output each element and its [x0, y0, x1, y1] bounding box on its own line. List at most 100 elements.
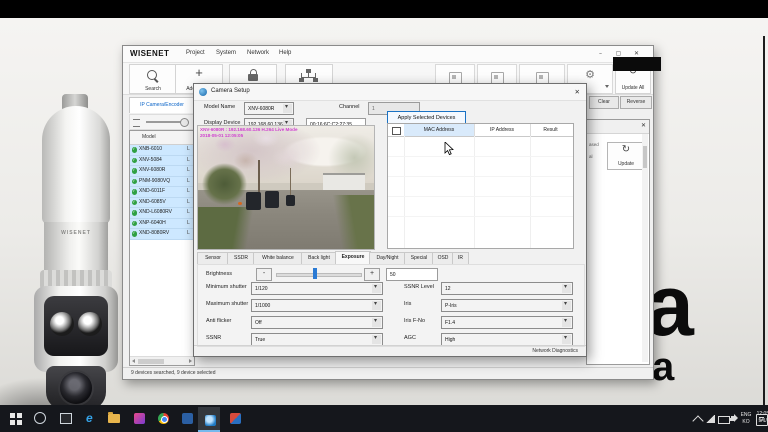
device-list-header[interactable]: Model — [130, 131, 194, 145]
device-list: Model XNB-6010L XNV-5084L XNV-6080RL PNM… — [129, 130, 195, 366]
vertical-scrollbar[interactable] — [642, 134, 648, 362]
dropdown-arrow-icon — [562, 335, 571, 344]
taskbar-app-explorer[interactable] — [108, 411, 122, 425]
start-button[interactable] — [8, 411, 22, 425]
video-osd-overlay: XNV-6080R : 192.168.60.136 H.264 Live Mo… — [200, 127, 298, 138]
col-result[interactable]: Result — [530, 124, 571, 136]
device-row[interactable]: XNV-6080RL — [130, 166, 194, 177]
zoom-slider-handle[interactable] — [180, 118, 189, 127]
anti-flicker-label: Anti flicker — [206, 318, 231, 324]
action-center-button[interactable] — [756, 405, 768, 432]
background-edge-line — [763, 36, 765, 423]
status-ok-icon — [132, 189, 138, 195]
horizontal-scrollbar[interactable] — [130, 356, 194, 365]
chevron-up-icon — [692, 415, 703, 426]
taskbar-app-photos[interactable] — [132, 411, 146, 425]
chrome-icon — [158, 413, 169, 424]
iris-select[interactable]: P-Iris — [441, 299, 573, 312]
close-icon[interactable]: ✕ — [641, 122, 646, 129]
taskbar-app-device-manager-active[interactable] — [198, 407, 220, 432]
window-titlebar[interactable]: WISENET Project System Network Help – ▢ … — [123, 46, 653, 63]
dropdown-arrow-icon — [562, 301, 571, 310]
truncated-label: al — [589, 154, 593, 159]
brightness-plus-button[interactable]: + — [364, 268, 380, 281]
apply-result-table[interactable]: MAC Address IP Address Result — [387, 123, 574, 249]
taskbar-app-edge[interactable]: e — [84, 411, 98, 425]
dialog-titlebar[interactable]: Camera Setup ✕ — [194, 84, 586, 101]
device-row[interactable]: XND-8080RVL — [130, 229, 194, 240]
device-row[interactable]: PNM-9080VQL — [130, 177, 194, 188]
status-ok-icon — [132, 221, 138, 227]
windows-logo-icon — [10, 413, 15, 418]
anti-flicker-select[interactable]: Off — [251, 316, 383, 329]
lock-icon — [248, 74, 258, 81]
scrollbar-thumb[interactable] — [643, 146, 647, 168]
device-row[interactable]: XND-6085VL — [130, 198, 194, 209]
minimize-button[interactable]: – — [593, 48, 608, 59]
scroll-left-icon[interactable] — [132, 359, 135, 363]
scroll-right-icon[interactable] — [189, 359, 192, 363]
update-button[interactable]: ↻ Update — [607, 142, 645, 170]
menu-help[interactable]: Help — [279, 50, 291, 56]
taskbar-app-chrome[interactable] — [156, 411, 170, 425]
tray-expand-button[interactable] — [694, 405, 704, 432]
brightness-minus-button[interactable]: - — [256, 268, 272, 281]
taskbar-app-mixed[interactable] — [228, 411, 242, 425]
tray-language[interactable]: ENG KO — [740, 412, 752, 432]
dropdown-arrow-icon — [562, 284, 571, 293]
task-view-button[interactable] — [58, 411, 72, 425]
brightness-slider-handle[interactable] — [313, 268, 317, 279]
dropdown-arrow-icon — [562, 318, 571, 327]
device-row[interactable]: XNP-6040HL — [130, 219, 194, 230]
firmware-panel-titlebar[interactable]: ✕ — [587, 120, 649, 134]
video-grass — [198, 207, 265, 249]
video-trash-bin — [246, 192, 262, 209]
iris-f-no-select[interactable]: F1.4 — [441, 316, 573, 329]
dropdown-arrow-icon — [372, 335, 381, 344]
menu-system[interactable]: System — [216, 50, 236, 56]
maximum-shutter-label: Maximum shutter — [206, 301, 248, 307]
device-row[interactable]: XND-6011FL — [130, 187, 194, 198]
mouse-cursor — [444, 142, 454, 156]
video-house — [323, 173, 365, 191]
reverse-button[interactable]: Reverse — [620, 96, 652, 109]
live-video-preview[interactable]: XNV-6080R : 192.168.60.136 H.264 Live Mo… — [197, 125, 375, 250]
tab-ip-camera-encoder[interactable]: IP Camera/Encoder — [129, 97, 195, 113]
ssnr-level-select[interactable]: 12 — [441, 282, 573, 295]
iris-label: Iris — [404, 301, 411, 307]
scrollbar-thumb[interactable] — [138, 359, 164, 364]
brightness-slider-track[interactable] — [276, 273, 362, 277]
search-button[interactable]: Search — [129, 64, 177, 94]
network-diagnostics-link[interactable]: Network Diagnostics — [532, 348, 578, 354]
plus-icon: + — [176, 66, 222, 80]
grid-line — [388, 156, 573, 157]
tab-exposure[interactable]: Exposure — [335, 251, 371, 265]
col-ip-address[interactable]: IP Address — [474, 124, 531, 136]
brightness-value-field[interactable]: 50 — [386, 268, 438, 281]
menu-network[interactable]: Network — [247, 50, 269, 56]
model-name-select[interactable]: XNV-6080R — [244, 102, 294, 115]
camera-body — [42, 106, 110, 224]
col-mac-address[interactable]: MAC Address — [404, 124, 475, 136]
video-artifact-bar — [613, 57, 661, 71]
grid-line — [388, 216, 573, 217]
grid-line — [388, 196, 573, 197]
minimum-shutter-select[interactable]: 1/120 — [251, 282, 383, 295]
video-grass — [328, 195, 374, 249]
device-row[interactable]: XNB-6010L — [130, 145, 194, 156]
device-row[interactable]: XND-L6080RVL — [130, 208, 194, 219]
menu-project[interactable]: Project — [186, 50, 205, 56]
close-icon[interactable]: ✕ — [575, 88, 580, 96]
status-ok-icon — [132, 168, 138, 174]
cortana-button[interactable] — [33, 411, 47, 425]
grid-line — [474, 136, 475, 248]
maximum-shutter-select[interactable]: 1/1000 — [251, 299, 383, 312]
device-row[interactable]: XNV-5084L — [130, 156, 194, 167]
app-icon — [230, 413, 241, 424]
tray-network[interactable] — [706, 405, 717, 432]
taskbar-app-generic[interactable] — [180, 411, 194, 425]
clear-button[interactable]: Clear — [589, 96, 619, 109]
tray-volume[interactable] — [731, 405, 740, 432]
select-all-checkbox[interactable] — [392, 127, 401, 136]
tray-battery[interactable] — [718, 405, 730, 432]
